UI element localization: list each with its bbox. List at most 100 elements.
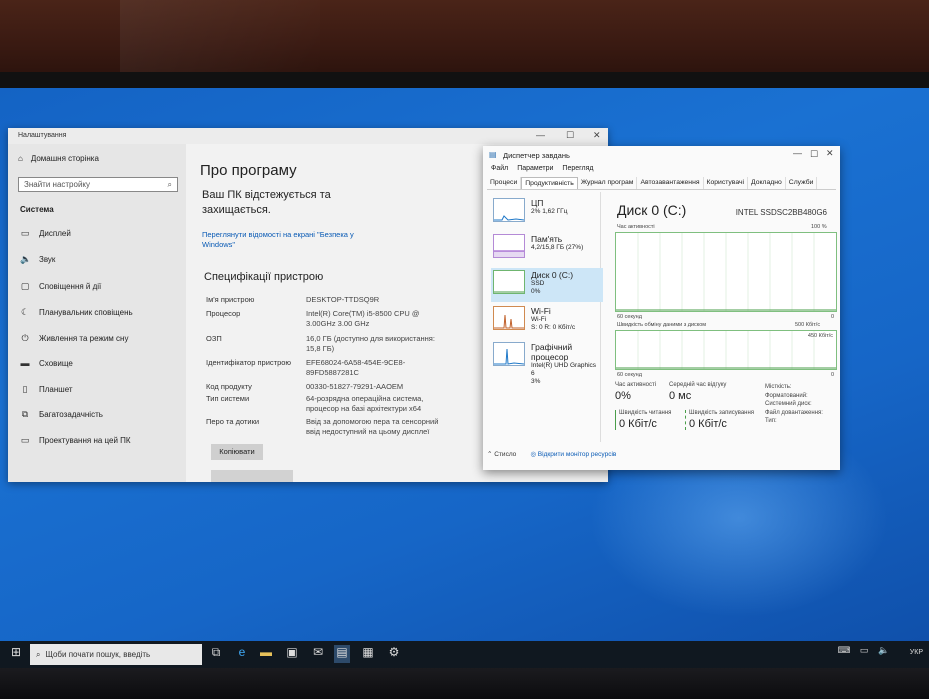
resource-disk[interactable]: Диск 0 (C:) SSD 0% bbox=[491, 268, 603, 302]
display-icon: ▭ bbox=[20, 228, 30, 238]
gear-icon[interactable]: ⚙ bbox=[386, 645, 402, 663]
spec-row: Процесор Intel(R) Core(TM) i5-8500 CPU @… bbox=[206, 309, 466, 329]
resource-name: Графічний процесор bbox=[531, 342, 573, 362]
stat-active: Час активності 0% bbox=[615, 382, 656, 402]
chart2-right: 0 bbox=[831, 372, 835, 378]
resource-monitor-link[interactable]: ◎ Відкрити монітор ресурсів bbox=[530, 450, 616, 458]
search-placeholder: Знайти настройку bbox=[24, 180, 91, 189]
sidebar-item-label: Сповіщення й дії bbox=[39, 282, 102, 291]
copy-button[interactable]: Копіювати bbox=[211, 444, 263, 460]
stat-value: 0 Кбіт/с bbox=[619, 418, 657, 430]
security-link[interactable]: Переглянути відомості на екрані "Безпека… bbox=[202, 230, 372, 250]
resource-gpu[interactable]: Графічний процесор Intel(R) UHD Graphics … bbox=[491, 340, 603, 385]
tm-titlebar[interactable]: ▤ Диспетчер завдань — ☐ ✕ bbox=[483, 146, 840, 163]
spec-row: ОЗП 16,0 ГБ (доступно для використання: … bbox=[206, 334, 466, 354]
gpu-thumbnail bbox=[493, 342, 525, 366]
tab-processes[interactable]: Процеси bbox=[487, 177, 522, 189]
tm-title: Диспетчер завдань bbox=[503, 151, 570, 160]
resource-wifi[interactable]: Wi-Fi Wi-Fi S: 0 R: 0 Кбіт/с bbox=[491, 304, 603, 338]
multitasking-icon: ⧉ bbox=[21, 409, 29, 419]
settings-search-input[interactable]: Знайти настройку ⌕ bbox=[18, 177, 178, 192]
sidebar-item-label: Живлення та режим сну bbox=[39, 334, 129, 343]
prop-label: Тип: bbox=[765, 418, 777, 424]
resource-detail: 2% 1,62 ГГц bbox=[531, 208, 568, 215]
disk-title: Диск 0 (C:) bbox=[617, 202, 687, 218]
edge-icon[interactable]: e bbox=[234, 645, 250, 663]
file-explorer-icon[interactable]: ▬ bbox=[258, 645, 274, 663]
maximize-icon[interactable]: ☐ bbox=[810, 149, 818, 160]
storage-icon: ▬ bbox=[20, 358, 30, 368]
maximize-icon[interactable]: ☐ bbox=[566, 130, 574, 141]
spec-value: 00330-51827-79291-AAOEM bbox=[306, 382, 404, 391]
menu-view[interactable]: Перегляд bbox=[562, 165, 593, 172]
sidebar-item-power[interactable]: ⏻ Живлення та режим сну bbox=[20, 333, 128, 344]
stat-label: Швидкість читання bbox=[619, 410, 672, 416]
resource-memory[interactable]: Пам'ять 4,2/15,8 ГБ (27%) bbox=[491, 232, 603, 266]
settings-title: Налаштування bbox=[18, 132, 67, 139]
chart2-max: 500 Кбіт/с bbox=[795, 322, 821, 328]
close-icon[interactable]: ✕ bbox=[826, 148, 834, 159]
menu-options[interactable]: Параметри bbox=[517, 165, 553, 172]
spec-value: 64-розрядна операційна система, процесор… bbox=[306, 394, 424, 413]
minimize-icon[interactable]: — bbox=[536, 130, 545, 140]
chevron-up-icon: ⌃ bbox=[487, 451, 493, 458]
disk-thumbnail bbox=[493, 270, 525, 294]
resource-monitor-icon: ◎ bbox=[530, 451, 536, 458]
fewer-details-button[interactable]: ⌃ Стисло bbox=[487, 450, 516, 458]
sidebar-item-sound[interactable]: 🔈 Звук bbox=[20, 254, 55, 265]
chart2-marker: 450 Кбіт/с bbox=[807, 333, 833, 339]
tab-details[interactable]: Докладно bbox=[748, 177, 786, 189]
monitor-bottom-bezel bbox=[0, 668, 929, 699]
sidebar-item-display[interactable]: ▭ Дисплей bbox=[20, 228, 71, 239]
task-manager-taskbar-icon[interactable]: ▤ bbox=[334, 645, 350, 663]
background-wall bbox=[0, 0, 929, 80]
disk-transfer-chart: 450 Кбіт/с bbox=[615, 330, 837, 370]
spec-row: Перо та дотики Ввід за допомогою пера та… bbox=[206, 417, 466, 437]
nav-home-label: Домашня сторінка bbox=[30, 154, 99, 163]
store-icon[interactable]: ▣ bbox=[284, 645, 300, 663]
sidebar-item-tablet[interactable]: ▯ Планшет bbox=[20, 384, 73, 395]
prop-label: Форматований: bbox=[765, 392, 808, 399]
search-icon: ⌕ bbox=[167, 179, 172, 189]
memory-thumbnail bbox=[493, 234, 525, 258]
tab-users[interactable]: Користувачі bbox=[704, 177, 749, 189]
chart2-left: 60 секунд bbox=[617, 372, 642, 378]
nav-home[interactable]: ⌂ Домашня сторінка bbox=[18, 154, 99, 163]
resource-cpu[interactable]: ЦП 2% 1,62 ГГц bbox=[491, 196, 603, 230]
disk-panel: Диск 0 (C:) INTEL SSDSC2BB480G6 Час акти… bbox=[609, 192, 837, 442]
sidebar-item-multitasking[interactable]: ⧉ Багатозадачність bbox=[20, 409, 103, 420]
stat-response: Середній час відгуку 0 мс bbox=[669, 382, 726, 402]
settings-titlebar[interactable]: Налаштування — ☐ ✕ bbox=[8, 128, 608, 144]
taskbar-search-input[interactable]: ⌕ Щоби почати пошук, введіть bbox=[30, 644, 202, 665]
search-icon: ⌕ bbox=[36, 649, 41, 659]
sidebar-item-label: Проектування на цей ПК bbox=[39, 436, 131, 445]
sidebar-item-focus-assist[interactable]: ☾ Планувальник сповіщень bbox=[20, 307, 133, 318]
resource-name: Пам'ять bbox=[531, 234, 563, 244]
language-indicator[interactable]: УКР bbox=[910, 649, 923, 656]
tab-startup[interactable]: Автозавантаження bbox=[637, 177, 704, 189]
settings-app-icon[interactable]: ▦ bbox=[360, 645, 376, 663]
rename-pc-button[interactable] bbox=[211, 470, 293, 482]
resource-detail: 4,2/15,8 ГБ (27%) bbox=[531, 244, 584, 251]
chart1-right: 0 bbox=[831, 314, 835, 320]
sidebar-item-label: Планувальник сповіщень bbox=[39, 308, 133, 317]
sidebar-item-storage[interactable]: ▬ Сховище bbox=[20, 358, 73, 368]
keyboard-icon[interactable]: ⌨ bbox=[836, 645, 852, 663]
tab-performance[interactable]: Продуктивність bbox=[521, 177, 578, 189]
close-icon[interactable]: ✕ bbox=[593, 130, 601, 141]
minimize-icon[interactable]: — bbox=[793, 148, 802, 158]
menu-file[interactable]: Файл bbox=[491, 165, 508, 172]
mail-icon[interactable]: ✉ bbox=[310, 645, 326, 663]
volume-icon[interactable]: 🔈 bbox=[876, 645, 892, 663]
sidebar-item-projecting[interactable]: ▭ Проектування на цей ПК bbox=[20, 435, 131, 446]
spec-row: Ідентифікатор пристрою EFE68024-6A58-454… bbox=[206, 358, 466, 378]
resource-detail: 3% bbox=[531, 378, 541, 385]
tab-services[interactable]: Служби bbox=[786, 177, 818, 189]
task-view-icon[interactable]: ⧉ bbox=[208, 645, 224, 663]
network-icon[interactable]: ▭ bbox=[856, 645, 872, 663]
chart2-label: Швидкість обміну даними з диском bbox=[617, 322, 707, 328]
chart1-max: 100 % bbox=[811, 224, 827, 230]
tab-app-history[interactable]: Журнал програм bbox=[578, 177, 638, 189]
start-icon[interactable]: ⊞ bbox=[8, 645, 24, 663]
sidebar-item-notifications[interactable]: ▢ Сповіщення й дії bbox=[20, 281, 102, 292]
